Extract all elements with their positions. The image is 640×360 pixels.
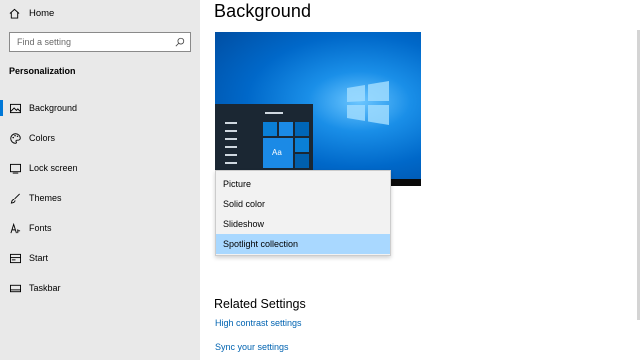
sidebar-item-taskbar[interactable]: Taskbar bbox=[0, 276, 200, 300]
sidebar-item-label: Fonts bbox=[29, 223, 52, 233]
home-icon bbox=[9, 8, 20, 19]
palette-icon bbox=[10, 132, 21, 144]
taskbar-icon bbox=[10, 284, 21, 292]
sidebar-item-label: Themes bbox=[29, 193, 62, 203]
section-title: Personalization bbox=[9, 66, 76, 76]
start-menu-preview: Aa bbox=[215, 104, 313, 179]
sidebar-item-fonts[interactable]: Fonts bbox=[0, 216, 200, 240]
main-content: Background Aa Picture Solid color Slides… bbox=[200, 0, 640, 360]
page-title: Background bbox=[214, 1, 312, 21]
sidebar-item-start[interactable]: Start bbox=[0, 246, 200, 270]
sidebar-item-label: Colors bbox=[29, 133, 56, 143]
font-icon bbox=[10, 222, 21, 233]
start-icon bbox=[10, 253, 21, 263]
lock-screen-icon bbox=[10, 163, 21, 174]
option-spotlight-collection[interactable]: Spotlight collection bbox=[216, 234, 390, 254]
search-box[interactable]: Find a setting bbox=[9, 32, 191, 52]
sidebar-item-label: Taskbar bbox=[29, 283, 61, 293]
windows-logo-icon bbox=[347, 81, 389, 125]
search-input[interactable]: Find a setting bbox=[17, 37, 175, 47]
picture-icon bbox=[10, 103, 21, 113]
sidebar-item-label: Lock screen bbox=[29, 163, 78, 173]
sidebar-item-label: Start bbox=[29, 253, 49, 263]
background-type-dropdown[interactable]: Picture Solid color Slideshow Spotlight … bbox=[215, 170, 391, 256]
tile-label: Aa bbox=[272, 148, 282, 157]
search-icon[interactable] bbox=[175, 37, 185, 47]
brush-icon bbox=[10, 193, 20, 204]
option-picture[interactable]: Picture bbox=[216, 174, 390, 194]
sync-settings-link[interactable]: Sync your settings bbox=[215, 342, 289, 352]
home-button[interactable]: Home bbox=[9, 4, 54, 22]
option-solid-color[interactable]: Solid color bbox=[216, 194, 390, 214]
sidebar-item-lock-screen[interactable]: Lock screen bbox=[0, 156, 200, 180]
home-label: Home bbox=[29, 7, 55, 19]
sidebar-item-label: Background bbox=[29, 103, 78, 113]
option-slideshow[interactable]: Slideshow bbox=[216, 214, 390, 234]
sidebar-item-background[interactable]: Background bbox=[0, 96, 200, 120]
active-indicator bbox=[0, 100, 3, 116]
sidebar: Home Find a setting Personalization Back… bbox=[0, 0, 200, 360]
background-preview: Aa bbox=[215, 32, 421, 186]
sidebar-item-colors[interactable]: Colors bbox=[0, 126, 200, 150]
related-settings-title: Related Settings bbox=[214, 297, 306, 311]
sidebar-item-themes[interactable]: Themes bbox=[0, 186, 200, 210]
high-contrast-settings-link[interactable]: High contrast settings bbox=[215, 318, 302, 328]
